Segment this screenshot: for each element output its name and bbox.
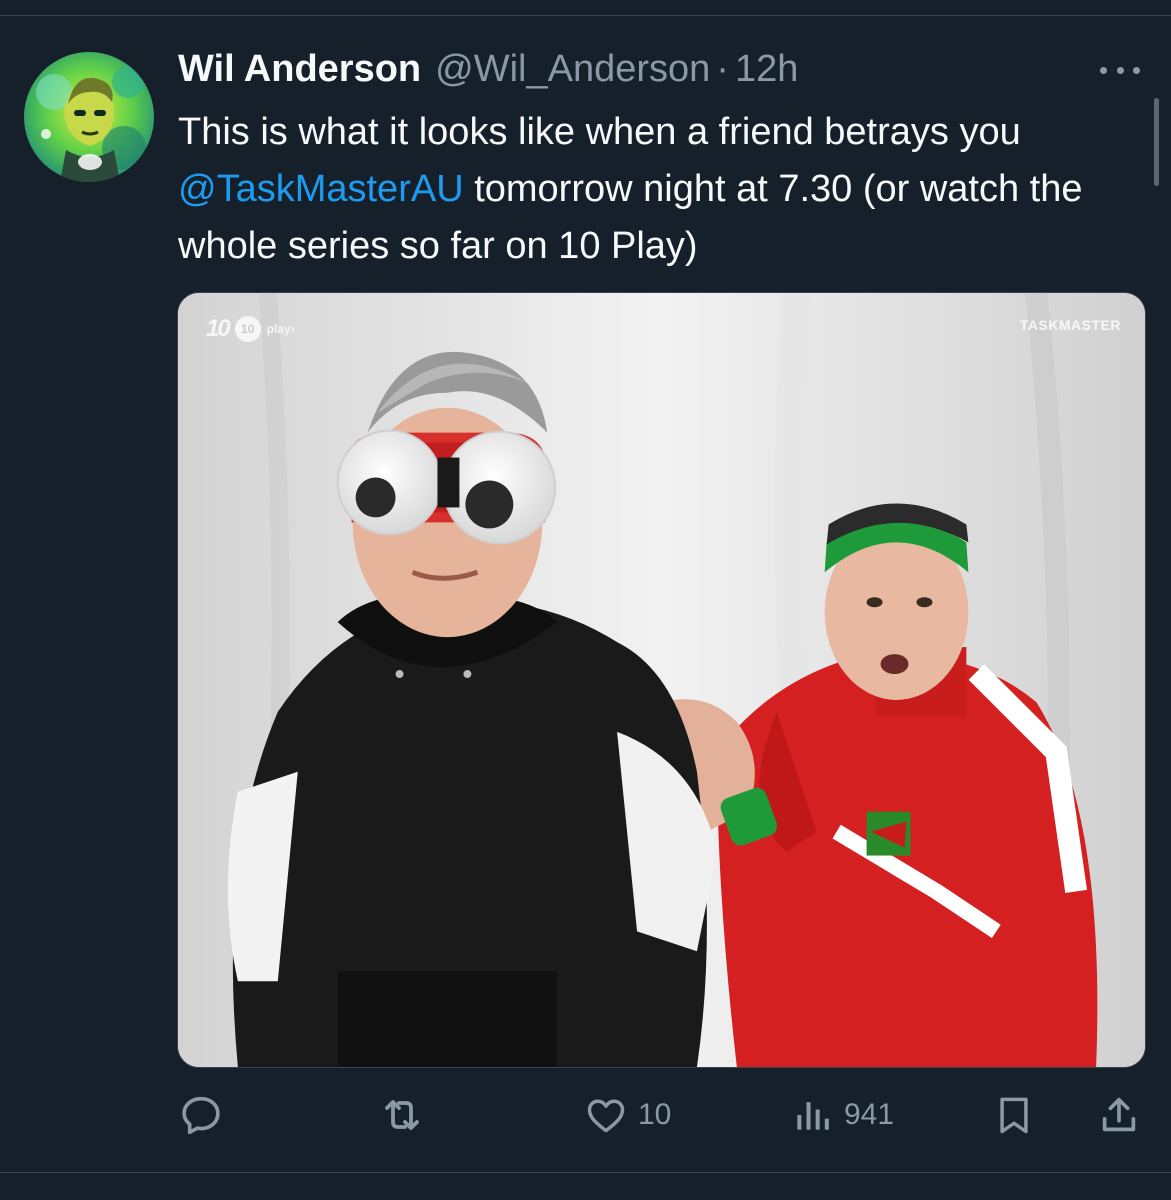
scrollbar[interactable] [1154, 98, 1159, 186]
retweet-button[interactable] [378, 1090, 426, 1140]
tweet-header: Wil Anderson @Wil_Anderson · 12h [178, 46, 1078, 92]
ten-play-watermark: 10 10 play› [206, 315, 295, 343]
share-button[interactable] [1096, 1090, 1142, 1140]
retweet-icon [385, 1100, 419, 1130]
display-name[interactable]: Wil Anderson [178, 46, 421, 92]
separator-dot: · [716, 48, 729, 90]
views-icon [797, 1102, 829, 1130]
more-dot-icon [1116, 66, 1124, 74]
tweet-media-image[interactable]: 10 10 play› TASKMASTER [177, 292, 1146, 1068]
bookmark-button[interactable] [992, 1090, 1036, 1140]
like-count: 10 [638, 1098, 672, 1131]
action-bar: 10 941 [178, 1090, 1148, 1140]
bookmark-icon [1000, 1097, 1028, 1134]
reply-button[interactable] [178, 1090, 224, 1140]
views-count: 941 [844, 1098, 895, 1131]
tweet-text-before: This is what it looks like when a friend… [178, 111, 1021, 153]
tweet-text: This is what it looks like when a friend… [178, 104, 1138, 275]
views-button[interactable]: 941 [790, 1090, 894, 1140]
timestamp[interactable]: 12h [735, 46, 798, 92]
reply-icon [182, 1096, 220, 1135]
bottom-border [0, 1172, 1171, 1173]
mention-link[interactable]: @TaskMasterAU [178, 168, 464, 210]
play-label: play› [266, 322, 295, 336]
avatar-image [24, 52, 154, 182]
tweet[interactable]: Wil Anderson @Wil_Anderson · 12h This is… [0, 0, 1171, 1200]
more-options-button[interactable] [1096, 56, 1144, 84]
photo-illustration [178, 293, 1145, 1067]
ten-badge: 10 [234, 316, 261, 342]
heart-icon [587, 1099, 625, 1133]
avatar[interactable] [24, 52, 154, 182]
more-dot-icon [1100, 66, 1107, 74]
like-button[interactable]: 10 [584, 1090, 671, 1140]
taskmaster-watermark: TASKMASTER [1019, 317, 1121, 333]
handle[interactable]: @Wil_Anderson [435, 46, 710, 92]
share-icon [1102, 1097, 1136, 1132]
ten-logo: 10 [206, 315, 231, 342]
more-dot-icon [1133, 66, 1140, 74]
